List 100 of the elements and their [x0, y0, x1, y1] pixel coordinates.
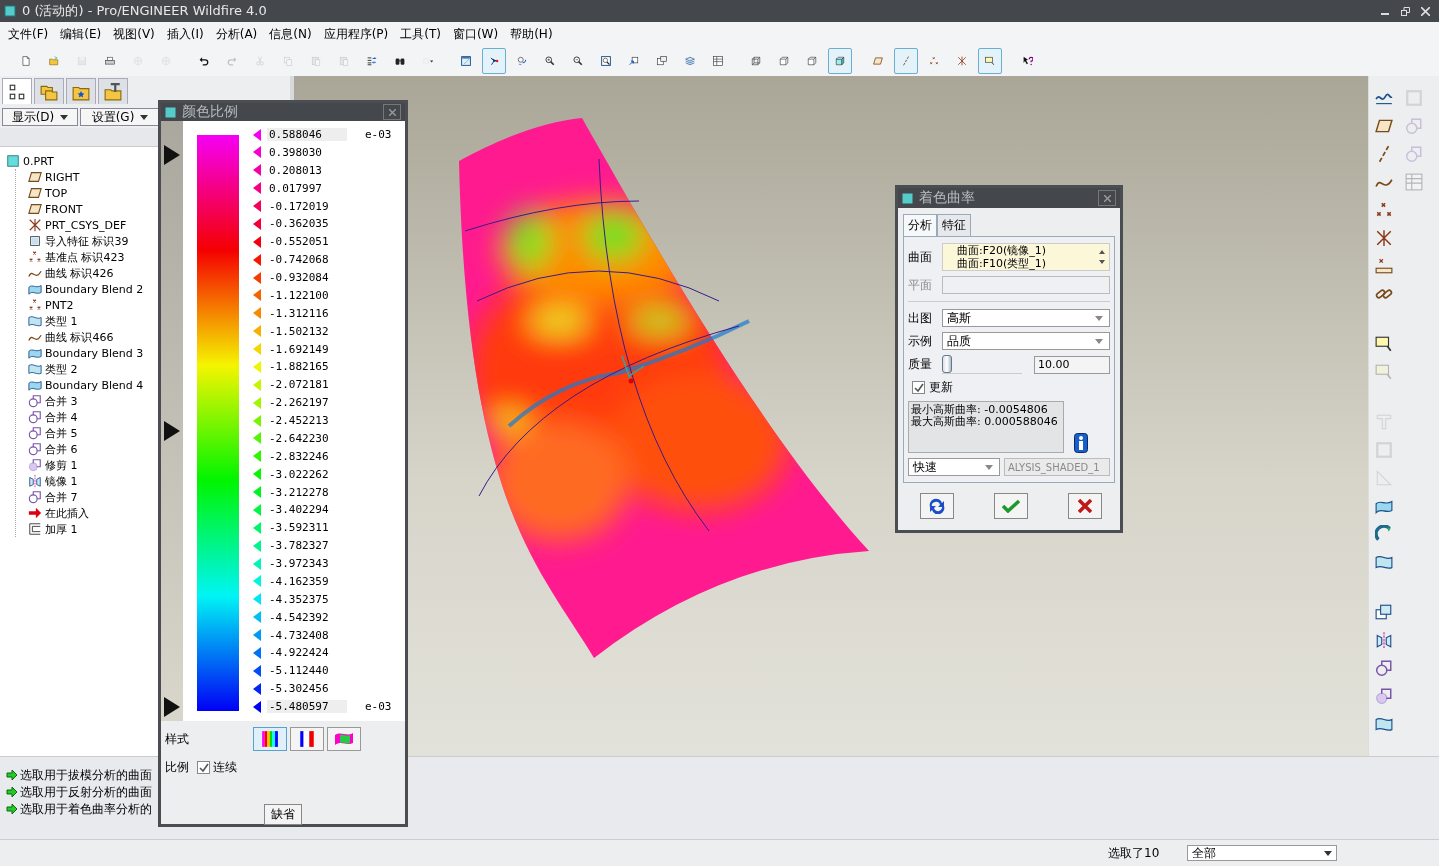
caret-icon	[1095, 315, 1103, 321]
tree-item-label[interactable]: 曲线 标识426	[45, 265, 114, 281]
close-icon	[1420, 6, 1430, 16]
dropdown-button[interactable]: 设置(G)	[80, 108, 160, 126]
surface-list[interactable]: 曲面:F20(镜像_1) 曲面:F10(类型_1)	[942, 243, 1110, 271]
close-button[interactable]	[1098, 190, 1116, 206]
panel-tab[interactable]	[34, 78, 64, 104]
scroll-down-icon[interactable]	[1099, 260, 1105, 264]
marker-icon	[253, 253, 261, 266]
input-field[interactable]	[942, 276, 1110, 294]
tree-item-label[interactable]: 镜像 1	[45, 473, 78, 489]
menu-item[interactable]: 工具(T)	[394, 25, 447, 43]
value-field[interactable]: 10.00	[1034, 355, 1110, 374]
scale-value: -5.112440	[268, 664, 330, 678]
menu-item[interactable]: 帮助(H)	[504, 25, 559, 43]
note-icon	[1375, 335, 1393, 353]
scale-value: 0.208013	[268, 163, 323, 177]
offset-icon	[1375, 603, 1393, 621]
checkbox[interactable]	[197, 761, 210, 774]
marker-icon	[253, 503, 261, 516]
tab[interactable]: 特征	[937, 214, 971, 236]
menu-item[interactable]: 窗口(W)	[446, 25, 505, 43]
default-button[interactable]: 缺省	[264, 804, 302, 825]
menu-item[interactable]: 应用程序(P)	[317, 25, 395, 43]
slider-handle[interactable]	[164, 421, 180, 441]
caret-icon	[140, 114, 149, 120]
cancel-button[interactable]	[1068, 493, 1102, 519]
surface-icon	[28, 362, 42, 376]
tree-item-label[interactable]: 合并 6	[45, 441, 78, 457]
tree-item-label[interactable]: PNT2	[45, 298, 74, 312]
scale-value: -2.832246	[268, 449, 330, 463]
value-field[interactable]: 0.588046	[267, 128, 347, 141]
info-icon[interactable]	[1074, 433, 1088, 453]
merge-icon	[28, 394, 42, 408]
ok-button[interactable]	[994, 493, 1028, 519]
repaint-button[interactable]	[920, 493, 954, 519]
panel-tab[interactable]	[98, 78, 128, 104]
list-item[interactable]: 曲面:F10(类型_1)	[957, 257, 1099, 270]
tree-item-label[interactable]: FRONT	[45, 202, 83, 216]
mirror-icon	[1375, 631, 1393, 649]
arrow-icon	[28, 506, 42, 520]
scroll-up-icon[interactable]	[1099, 250, 1105, 254]
dropdown[interactable]: 快速	[908, 458, 1000, 476]
tree-item-label[interactable]: Boundary Blend 4	[45, 378, 144, 392]
tree-item-label[interactable]: 在此插入	[45, 505, 89, 521]
tree-item-label[interactable]: 合并 7	[45, 489, 78, 505]
tree-item-label[interactable]: 合并 3	[45, 393, 78, 409]
list-item[interactable]: 曲面:F20(镜像_1)	[957, 244, 1099, 257]
arrow-icon	[6, 803, 18, 815]
marker-icon	[253, 521, 261, 534]
menu-item[interactable]: 视图(V)	[107, 25, 161, 43]
tree-item-label[interactable]: 类型 2	[45, 361, 78, 377]
menu-item[interactable]: 分析(A)	[209, 25, 264, 43]
scale-value: -5.302456	[268, 682, 330, 696]
marker-icon	[253, 271, 261, 284]
scale-value: -3.402294	[268, 503, 330, 517]
dropdown[interactable]: 品质	[942, 332, 1110, 350]
panel-tab[interactable]	[66, 78, 96, 104]
tree-item-label[interactable]: 曲线 标识466	[45, 329, 114, 345]
menu-item[interactable]: 信息(N)	[263, 25, 318, 43]
style-button[interactable]	[290, 727, 324, 751]
tree-item-label[interactable]: 0.PRT	[23, 154, 54, 168]
marker-icon	[253, 486, 261, 498]
close-icon	[1103, 194, 1111, 202]
close-button[interactable]	[383, 104, 401, 120]
dropdown[interactable]: 高斯	[942, 309, 1110, 327]
value-field[interactable]: -5.480597	[267, 700, 347, 713]
tree-item-label[interactable]: RIGHT	[45, 170, 80, 184]
scale-value: -4.732408	[268, 628, 330, 642]
tree-item-label[interactable]: Boundary Blend 2	[45, 282, 144, 296]
app-icon	[4, 5, 16, 17]
menu-item[interactable]: 编辑(E)	[54, 25, 108, 43]
dropdown-button[interactable]: 显示(D)	[2, 108, 78, 126]
surface-icon	[1375, 715, 1393, 733]
tree-item-label[interactable]: 合并 5	[45, 425, 78, 441]
filter-dropdown[interactable]: 全部	[1187, 845, 1338, 861]
tree-item-label[interactable]: 基准点 标识423	[45, 249, 125, 265]
tab[interactable]: 分析	[903, 214, 937, 236]
menu-item[interactable]: 文件(F)	[2, 25, 55, 43]
scale-value: -2.072181	[268, 378, 330, 392]
revolve-icon	[1375, 525, 1393, 543]
tree-item-label[interactable]: 修剪 1	[45, 457, 78, 473]
scale-label: 比例	[165, 759, 189, 776]
style-button[interactable]	[253, 727, 287, 751]
tool-folder-icon	[104, 82, 122, 101]
slider-handle[interactable]	[164, 145, 180, 165]
slider-thumb[interactable]	[942, 355, 952, 373]
panel-tab[interactable]	[2, 78, 32, 104]
slider-handle[interactable]	[164, 697, 180, 717]
marker-icon	[253, 325, 261, 338]
tree-item-label[interactable]: 类型 1	[45, 313, 78, 329]
tree-item-label[interactable]: PRT_CSYS_DEF	[45, 218, 127, 232]
tree-item-label[interactable]: 导入特征 标识39	[45, 233, 129, 249]
tree-item-label[interactable]: Boundary Blend 3	[45, 346, 144, 360]
merge-icon	[28, 426, 42, 440]
checkbox[interactable]	[912, 381, 925, 394]
tree-item-label[interactable]: 加厚 1	[45, 521, 78, 537]
menu-item[interactable]: 插入(I)	[160, 25, 210, 43]
tree-item-label[interactable]: 合并 4	[45, 409, 78, 425]
tree-item-label[interactable]: TOP	[45, 186, 67, 200]
